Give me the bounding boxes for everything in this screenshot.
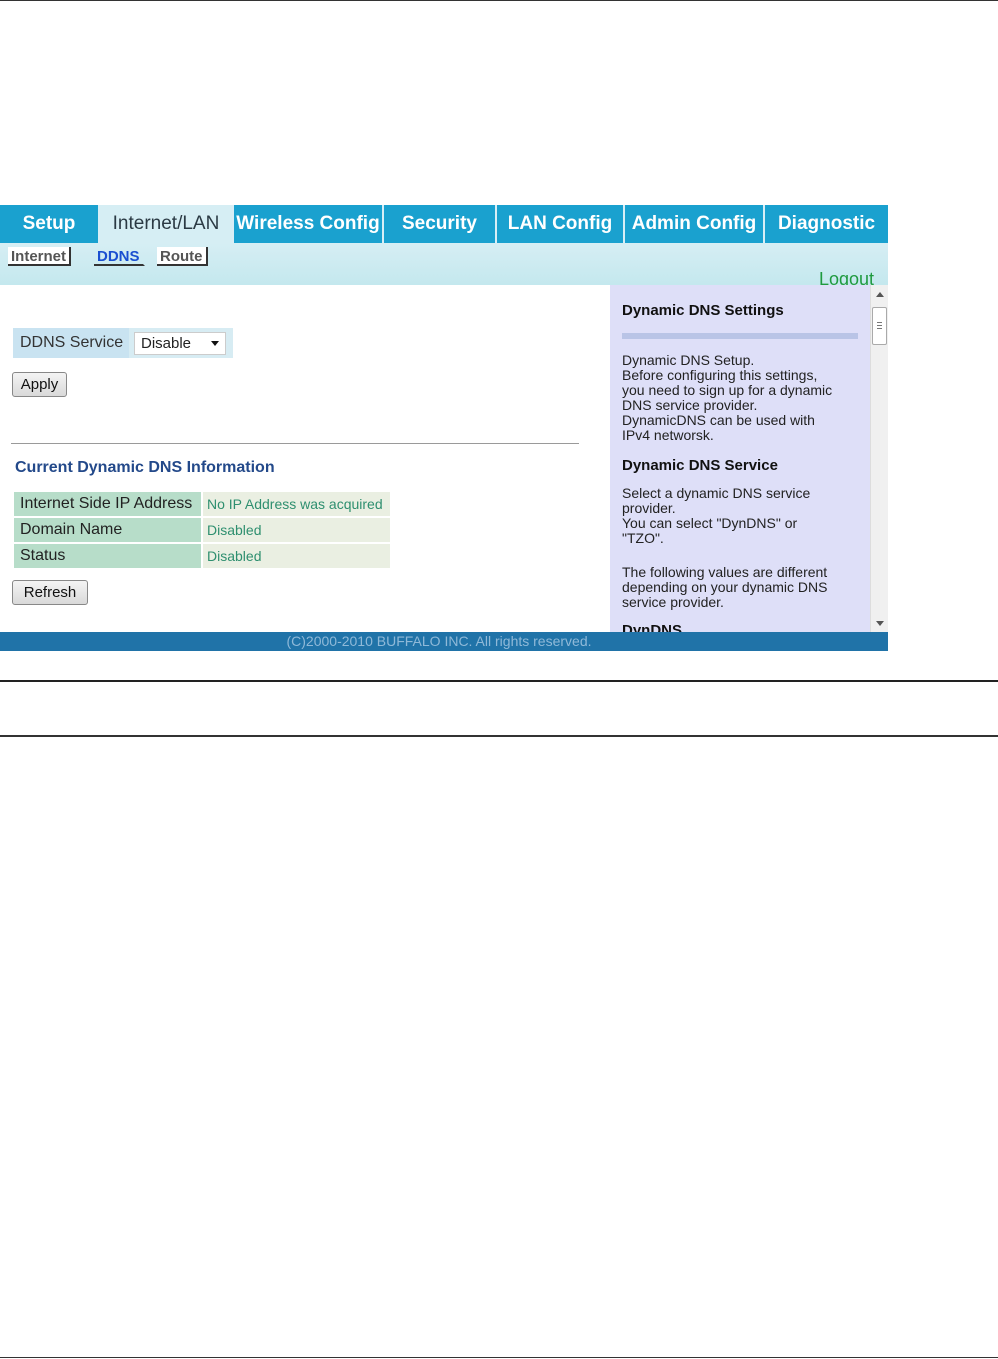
help-panel: Dynamic DNS Settings Dynamic DNS Setup. … <box>610 285 870 632</box>
tab-security[interactable]: Security <box>384 205 497 243</box>
ip-address-label: Internet Side IP Address <box>14 492 201 516</box>
tab-setup[interactable]: Setup <box>0 205 100 243</box>
ddns-service-cell: Disable <box>129 328 233 358</box>
ddns-content-pane: DDNS Service Disable Apply Current Dynam… <box>0 285 610 632</box>
help-service-text: Select a dynamic DNS service provider. Y… <box>622 485 811 546</box>
subtab-internet[interactable]: Internet <box>8 247 72 266</box>
main-tab-bar: Setup Internet/LAN Wireless Config Secur… <box>0 205 888 243</box>
router-config-window: Setup Internet/LAN Wireless Config Secur… <box>0 205 888 651</box>
ddns-service-select[interactable]: Disable <box>134 331 226 355</box>
tab-admin-config[interactable]: Admin Config <box>625 205 765 243</box>
domain-name-value: Disabled <box>203 518 390 542</box>
tab-wireless-config[interactable]: Wireless Config <box>234 205 384 243</box>
tab-lan-config[interactable]: LAN Config <box>497 205 625 243</box>
ddns-service-label: DDNS Service <box>13 328 129 358</box>
scroll-thumb[interactable] <box>872 307 887 345</box>
ip-address-value: No IP Address was acquired <box>203 492 390 516</box>
bottom-rule <box>0 1357 998 1358</box>
page-rule-upper <box>0 680 998 682</box>
domain-name-label: Domain Name <box>14 518 201 542</box>
copyright-text: (C)2000-2010 BUFFALO INC. All rights res… <box>286 633 592 649</box>
help-title: Dynamic DNS Settings <box>622 302 784 319</box>
scroll-up-icon[interactable] <box>876 292 884 297</box>
ddns-service-value: Disable <box>141 334 192 352</box>
ddns-info-table: Internet Side IP Address No IP Address w… <box>14 492 390 570</box>
page-rule-lower <box>0 735 998 737</box>
apply-button[interactable]: Apply <box>12 372 67 397</box>
grip-icon <box>877 322 882 323</box>
help-title-underline <box>622 333 858 339</box>
footer-bar: (C)2000-2010 BUFFALO INC. All rights res… <box>0 632 888 651</box>
grip-icon <box>877 325 882 326</box>
status-value: Disabled <box>203 544 390 568</box>
table-row: Domain Name Disabled <box>14 518 390 542</box>
help-dyndns-title: DynDNS <box>622 622 683 632</box>
ddns-service-row: DDNS Service Disable <box>13 328 233 358</box>
scroll-down-icon[interactable] <box>876 621 884 626</box>
refresh-button[interactable]: Refresh <box>12 580 88 605</box>
help-values-text: The following values are different depen… <box>622 564 828 610</box>
table-row: Status Disabled <box>14 544 390 568</box>
tab-internet-lan[interactable]: Internet/LAN <box>100 205 234 243</box>
help-scrollbar[interactable] <box>870 285 888 632</box>
info-section-title: Current Dynamic DNS Information <box>15 459 275 476</box>
subtab-route[interactable]: Route <box>157 247 208 266</box>
section-divider <box>11 443 579 444</box>
subtab-ddns[interactable]: DDNS <box>94 247 145 266</box>
help-service-title: Dynamic DNS Service <box>622 457 778 474</box>
grip-icon <box>877 328 882 329</box>
table-row: Internet Side IP Address No IP Address w… <box>14 492 390 516</box>
chevron-down-icon <box>211 340 219 346</box>
help-intro: Dynamic DNS Setup. Before configuring th… <box>622 352 833 443</box>
sub-tab-bar: Internet DDNS Route Logout <box>0 243 888 289</box>
tab-diagnostic[interactable]: Diagnostic <box>765 205 888 243</box>
status-label: Status <box>14 544 201 568</box>
top-rule <box>0 0 998 1</box>
